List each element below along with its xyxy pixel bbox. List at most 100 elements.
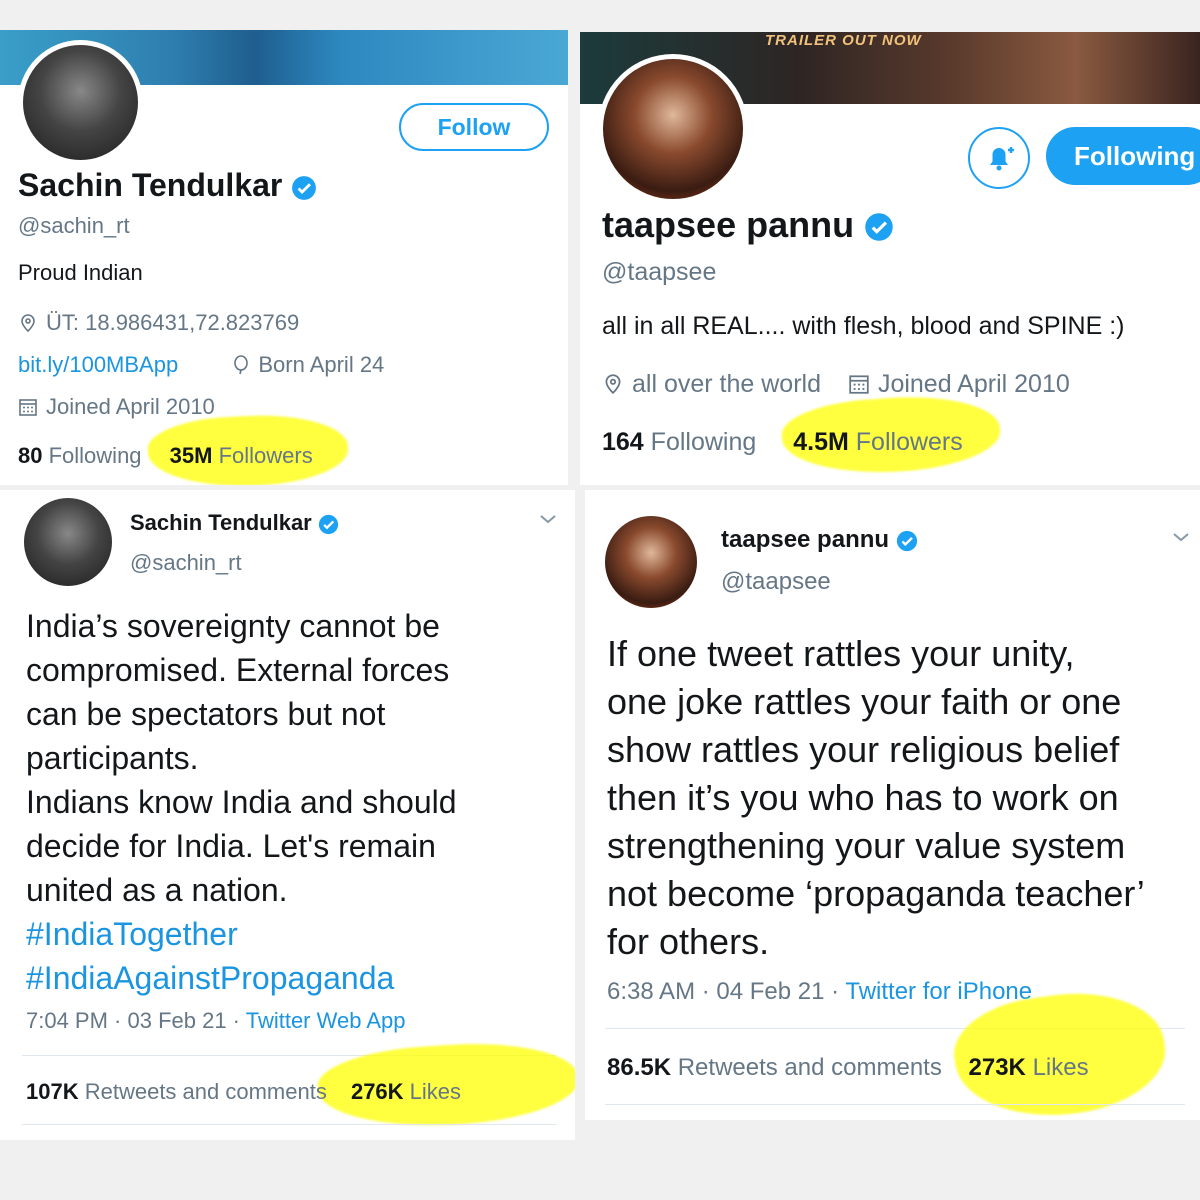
profile-location: all over the world (602, 370, 821, 398)
location-text: all over the world (632, 370, 821, 398)
likes-count: 273K (968, 1054, 1026, 1081)
followers-count: 35M (169, 443, 213, 468)
tweet-text: India’s sovereignty cannot be compromise… (26, 604, 566, 1000)
sachin-tweet: Sachin Tendulkar @sachin_rt India’s sove… (0, 490, 575, 1140)
profile-handle: @taapsee (602, 258, 717, 286)
joined-text: Joined April 2010 (46, 394, 215, 419)
balloon-icon (234, 355, 249, 375)
tweet-timestamp[interactable]: 6:38 AM · 04 Feb 21 · (607, 978, 845, 1005)
joined-text: Joined April 2010 (877, 370, 1070, 398)
tweet-line: India’s sovereignty cannot be (26, 608, 440, 644)
chevron-down-icon[interactable] (1171, 530, 1191, 544)
profile-bio: all in all REAL.... with flesh, blood an… (602, 312, 1125, 340)
followers-stat[interactable]: 35M Followers (170, 443, 313, 468)
follow-button[interactable]: Follow (399, 103, 549, 151)
birthday-text: Born April 24 (258, 352, 385, 377)
tweet-line: If one tweet rattles your unity, (607, 633, 1075, 674)
profile-name-text: taapsee pannu (602, 204, 855, 245)
tweet-author-name[interactable]: Sachin Tendulkar (130, 510, 339, 536)
tweet-line: one joke rattles your faith or one (607, 681, 1122, 722)
profile-link[interactable]: bit.ly/100MBApp (18, 352, 178, 377)
retweets-label: Retweets and comments (677, 1054, 942, 1081)
tweet-author-name[interactable]: taapsee pannu (721, 526, 918, 554)
taapsee-tweet: taapsee pannu @taapsee If one tweet ratt… (585, 490, 1200, 1120)
profile-handle: @sachin_rt (18, 213, 130, 238)
location-pin-icon (605, 374, 621, 394)
verified-badge-icon (318, 514, 338, 534)
chevron-down-icon[interactable] (538, 512, 558, 526)
tweet-text: If one tweet rattles your unity, one jok… (607, 630, 1192, 966)
tweet-line: can be spectators but not (26, 696, 386, 732)
tweet-source-link[interactable]: Twitter Web App (246, 1008, 406, 1033)
avatar[interactable] (18, 40, 143, 165)
following-label: Following (650, 428, 757, 456)
tweet-line: compromised. External forces (26, 652, 450, 688)
author-name-text: Sachin Tendulkar (130, 510, 312, 535)
location-text: ÜT: 18.986431,72.823769 (46, 310, 300, 335)
tweet-line: show rattles your religious belief (607, 729, 1120, 770)
likes-count: 276K (350, 1079, 404, 1104)
tweet-line: for others. (607, 921, 770, 962)
profile-link-row: bit.ly/100MBApp Born April 24 (18, 352, 384, 378)
avatar[interactable] (598, 54, 748, 204)
retweets-stat[interactable]: 86.5K Retweets and comments (607, 1054, 942, 1081)
hashtag-link[interactable]: #IndiaTogether (26, 912, 566, 956)
tweet-author-handle: @taapsee (721, 568, 831, 595)
following-stat[interactable]: 164 Following (602, 428, 756, 456)
verified-badge-icon (292, 175, 317, 200)
tweet-line: participants. (26, 740, 199, 776)
retweets-count: 107K (26, 1079, 79, 1104)
profile-stats: 80 Following 35M Followers (18, 443, 313, 469)
calendar-icon (849, 375, 869, 394)
retweets-label: Retweets and comments (84, 1079, 327, 1104)
avatar[interactable] (605, 516, 697, 608)
tweet-meta: 6:38 AM · 04 Feb 21 · Twitter for iPhone (607, 978, 1032, 1006)
following-stat[interactable]: 80 Following (18, 443, 142, 468)
likes-label: Likes (1032, 1054, 1089, 1081)
location-pin-icon (21, 314, 35, 333)
profile-meta-row: all over the world Joined April 2010 (602, 370, 1070, 399)
followers-label: Followers (855, 428, 963, 456)
followers-label: Followers (218, 443, 313, 468)
profile-joined: Joined April 2010 (848, 370, 1070, 398)
following-count: 80 (18, 443, 43, 468)
author-name-text: taapsee pannu (721, 526, 890, 553)
profile-location: ÜT: 18.986431,72.823769 (18, 310, 299, 336)
bell-plus-icon (990, 147, 1014, 171)
tweet-line: Indians know India and should (26, 784, 457, 820)
likes-stat[interactable]: 276K Likes (351, 1079, 461, 1104)
likes-label: Likes (409, 1079, 462, 1104)
following-count: 164 (602, 428, 644, 456)
sachin-profile-card: Follow Sachin Tendulkar @sachin_rt Proud… (0, 30, 568, 485)
verified-badge-icon (865, 213, 893, 242)
profile-birthday: Born April 24 (232, 352, 384, 377)
following-label: Following (48, 443, 142, 468)
tweet-timestamp[interactable]: 7:04 PM · 03 Feb 21 · (26, 1008, 246, 1033)
profile-bio: Proud Indian (18, 260, 143, 285)
notifications-button[interactable] (968, 127, 1030, 189)
tweet-meta: 7:04 PM · 03 Feb 21 · Twitter Web App (26, 1008, 406, 1034)
tweet-line: then it’s you who has to work on (607, 777, 1119, 818)
profile-name: taapsee pannu (602, 204, 894, 246)
profile-joined: Joined April 2010 (18, 394, 215, 420)
taapsee-profile-card: TRAILER OUT NOW Following taapsee pannu … (580, 32, 1200, 485)
profile-name: Sachin Tendulkar (18, 167, 317, 204)
tweet-stats: 107K Retweets and comments 276K Likes (26, 1079, 461, 1105)
tweet-line: strengthening your value system (607, 825, 1126, 866)
divider (22, 1124, 556, 1125)
tweet-author-handle: @sachin_rt (130, 550, 242, 575)
retweets-count: 86.5K (607, 1054, 672, 1081)
tweet-source-link[interactable]: Twitter for iPhone (845, 978, 1032, 1005)
verified-badge-icon (896, 530, 917, 551)
banner-text: TRAILER OUT NOW (765, 32, 922, 49)
tweet-line: united as a nation. (26, 872, 288, 908)
likes-stat[interactable]: 273K Likes (969, 1054, 1089, 1081)
following-button[interactable]: Following (1046, 127, 1200, 185)
hashtag-link[interactable]: #IndiaAgainstPropaganda (26, 956, 566, 1000)
divider (605, 1104, 1185, 1105)
avatar[interactable] (24, 498, 112, 586)
calendar-icon (19, 399, 37, 416)
followers-stat[interactable]: 4.5M Followers (793, 428, 963, 456)
retweets-stat[interactable]: 107K Retweets and comments (26, 1079, 327, 1104)
profile-stats: 164 Following 4.5M Followers (602, 428, 963, 457)
